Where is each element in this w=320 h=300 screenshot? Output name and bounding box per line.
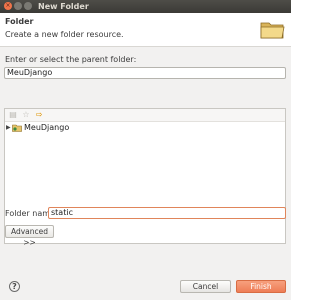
tree-toolbar: ▤ ☆ ⇨ [5,109,285,122]
folder-tree[interactable]: ▤ ☆ ⇨ ▶ MeuDjango [4,108,286,244]
minimize-window-button[interactable] [14,2,22,10]
cancel-button[interactable]: Cancel [180,280,231,293]
wizard-title: Folder [5,17,34,26]
close-window-button[interactable]: × [4,2,12,10]
advanced-button[interactable]: Advanced >> [5,225,54,247]
parent-folder-input[interactable]: MeuDjango [4,67,286,79]
parent-folder-label: Enter or select the parent folder: [5,55,137,64]
tree-item-meudjango[interactable]: ▶ MeuDjango [6,123,284,133]
collapse-all-icon[interactable]: ▤ [9,111,17,119]
tree-item-label: MeuDjango [24,123,70,132]
maximize-window-button[interactable] [24,2,32,10]
wizard-body: Enter or select the parent folder: MeuDj… [0,47,291,300]
finish-button[interactable]: Finish [236,280,286,293]
wizard-header: Folder Create a new folder resource. [0,13,291,47]
home-icon[interactable]: ☆ [22,111,30,119]
window-title: New Folder [38,2,89,11]
go-into-arrow-icon[interactable]: ⇨ [35,111,43,119]
folder-banner-icon [260,22,285,39]
expand-arrow-icon[interactable]: ▶ [6,124,11,132]
wizard-description: Create a new folder resource. [5,30,124,39]
help-icon[interactable]: ? [9,281,20,292]
project-folder-icon [12,124,22,132]
window-titlebar: × New Folder [0,0,291,13]
folder-name-input[interactable]: static [48,207,286,219]
